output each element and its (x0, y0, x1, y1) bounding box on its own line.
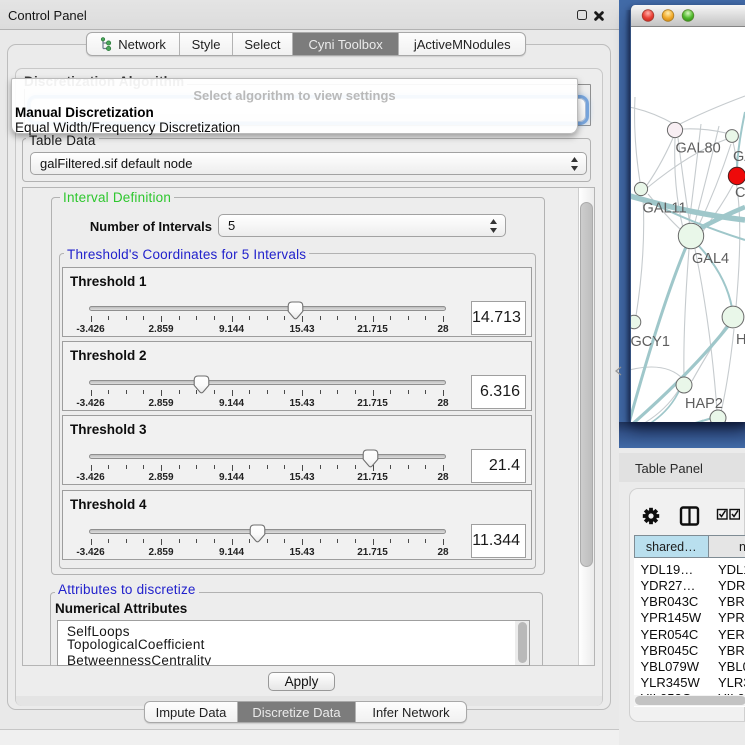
svg-text:GCY1: GCY1 (631, 334, 670, 350)
svg-text:GAL80: GAL80 (676, 141, 721, 157)
svg-text:HIS: HIS (736, 332, 745, 348)
svg-text:CYC: CYC (735, 185, 745, 201)
svg-text:GAL11: GAL11 (643, 201, 687, 217)
svg-text:GAL4: GAL4 (692, 251, 729, 267)
svg-text:GAL1: GAL1 (733, 149, 745, 165)
svg-text:HAP2: HAP2 (685, 396, 723, 412)
